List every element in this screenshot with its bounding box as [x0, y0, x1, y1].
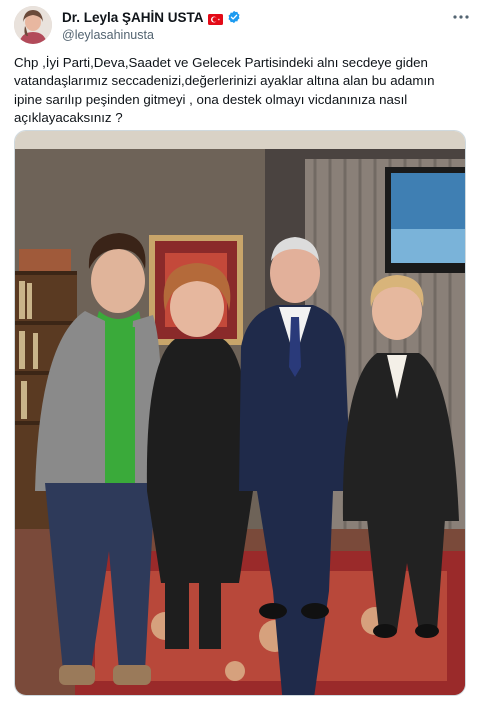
- tweet-photo[interactable]: [14, 130, 466, 696]
- author-handle[interactable]: @leylasahinusta: [62, 28, 241, 42]
- avatar[interactable]: [14, 6, 52, 44]
- tweet-text: Chp ,İyi Parti,Deva,Saadet ve Gelecek Pa…: [14, 55, 435, 125]
- tweet-header: Dr. Leyla ŞAHİN USTA @leylasahinusta: [14, 4, 471, 46]
- author-display-name[interactable]: Dr. Leyla ŞAHİN USTA: [62, 10, 204, 25]
- verified-badge-icon: [227, 10, 241, 24]
- turkey-flag-icon: [207, 12, 223, 25]
- more-options-icon[interactable]: [451, 10, 471, 24]
